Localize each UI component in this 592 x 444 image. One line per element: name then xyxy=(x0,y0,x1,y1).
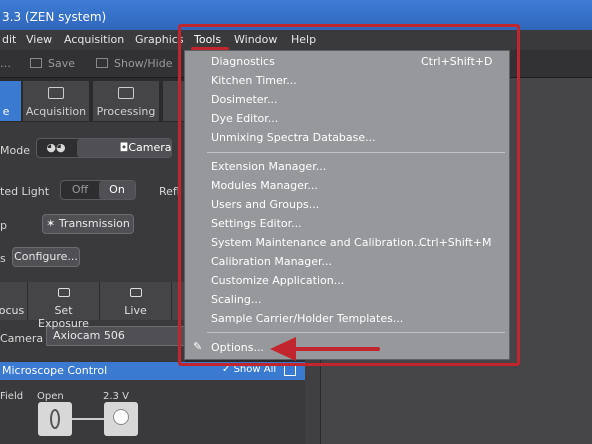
highlight-frame xyxy=(178,24,520,366)
live-button[interactable]: Live xyxy=(100,282,172,320)
acquisition-buttons: ocus Set Exposure Live xyxy=(0,282,186,330)
connector-line xyxy=(72,418,104,420)
aperture-button[interactable] xyxy=(38,402,72,436)
left-tabs: e Acquisition Processing xyxy=(0,78,190,122)
camera-label: Camera xyxy=(0,332,44,345)
mode-label: Mode xyxy=(0,144,30,157)
keyboard-icon xyxy=(96,58,108,68)
acquisition-icon xyxy=(48,87,64,99)
live-label: Live xyxy=(124,304,147,317)
locate-panel: Mode ◕◕ ◘ Camera ted Light Off On Refl p… xyxy=(0,122,185,362)
processing-gear-icon xyxy=(118,87,134,99)
mode-switch: ◕◕ ◘ Camera xyxy=(36,138,172,158)
transmission-label: Transmission xyxy=(58,217,130,230)
tab-processing-label: Processing xyxy=(96,105,156,118)
menu-view[interactable]: View xyxy=(26,33,52,46)
tab-acquisition-label: Acquisition xyxy=(25,105,87,118)
aperture-label: Open xyxy=(37,391,64,402)
menu-edit[interactable]: dit xyxy=(2,33,16,46)
autofocus-label: ocus xyxy=(0,304,25,317)
contrast-label: p xyxy=(0,219,7,232)
transmitted-light-toggle[interactable]: Off On xyxy=(60,180,136,200)
microscope-control-body: Field Open 2.3 V xyxy=(0,380,305,444)
window-title: 3.3 (ZEN system) xyxy=(2,10,107,24)
voltage-label: 2.3 V xyxy=(103,391,129,402)
camera-mode-label: Camera xyxy=(128,141,172,154)
menu-acquisition[interactable]: Acquisition xyxy=(64,33,124,46)
lamp-button[interactable] xyxy=(104,402,138,436)
live-icon xyxy=(129,288,142,297)
show-hide-button[interactable]: Show/Hide xyxy=(96,57,172,70)
tools-underline xyxy=(191,47,229,50)
config-row-label: s xyxy=(0,252,6,265)
show-hide-label: Show/Hide xyxy=(114,57,173,70)
eyepiece-icon[interactable]: ◕◕ xyxy=(37,139,75,157)
tab-acquisition[interactable]: Acquisition xyxy=(22,80,90,122)
reflected-light-label: Refl xyxy=(159,185,180,198)
lightbulb-icon xyxy=(113,409,129,425)
toggle-on[interactable]: On xyxy=(99,181,135,199)
field-label: Field xyxy=(0,391,24,402)
floppy-icon xyxy=(30,58,42,68)
tab-processing[interactable]: Processing xyxy=(92,80,160,122)
toggle-off[interactable]: Off xyxy=(61,181,99,199)
menu-graphics[interactable]: Graphics xyxy=(135,33,184,46)
autofocus-button[interactable]: ocus xyxy=(0,282,28,320)
aperture-icon xyxy=(50,409,60,429)
pointer-arrow-head xyxy=(270,337,296,361)
set-exposure-button[interactable]: Set Exposure xyxy=(28,282,100,330)
transmitted-light-label: ted Light xyxy=(0,185,50,198)
pointer-arrow-shaft xyxy=(294,347,380,351)
transmission-button[interactable]: ✶ Transmission xyxy=(42,214,134,234)
toolbar-ellipsis: … xyxy=(0,57,11,70)
set-exposure-label: Set Exposure xyxy=(38,304,89,330)
microscope-control-title: Microscope Control xyxy=(2,364,108,377)
save-label: Save xyxy=(48,57,76,70)
camera-icon xyxy=(57,288,70,297)
tab-locate-label: e xyxy=(2,105,10,118)
tab-locate[interactable]: e xyxy=(0,80,22,122)
camera-mode-button[interactable]: ◘ Camera xyxy=(77,139,172,157)
configure-button[interactable]: Configure... xyxy=(12,247,80,267)
save-button[interactable]: Save xyxy=(30,57,75,70)
